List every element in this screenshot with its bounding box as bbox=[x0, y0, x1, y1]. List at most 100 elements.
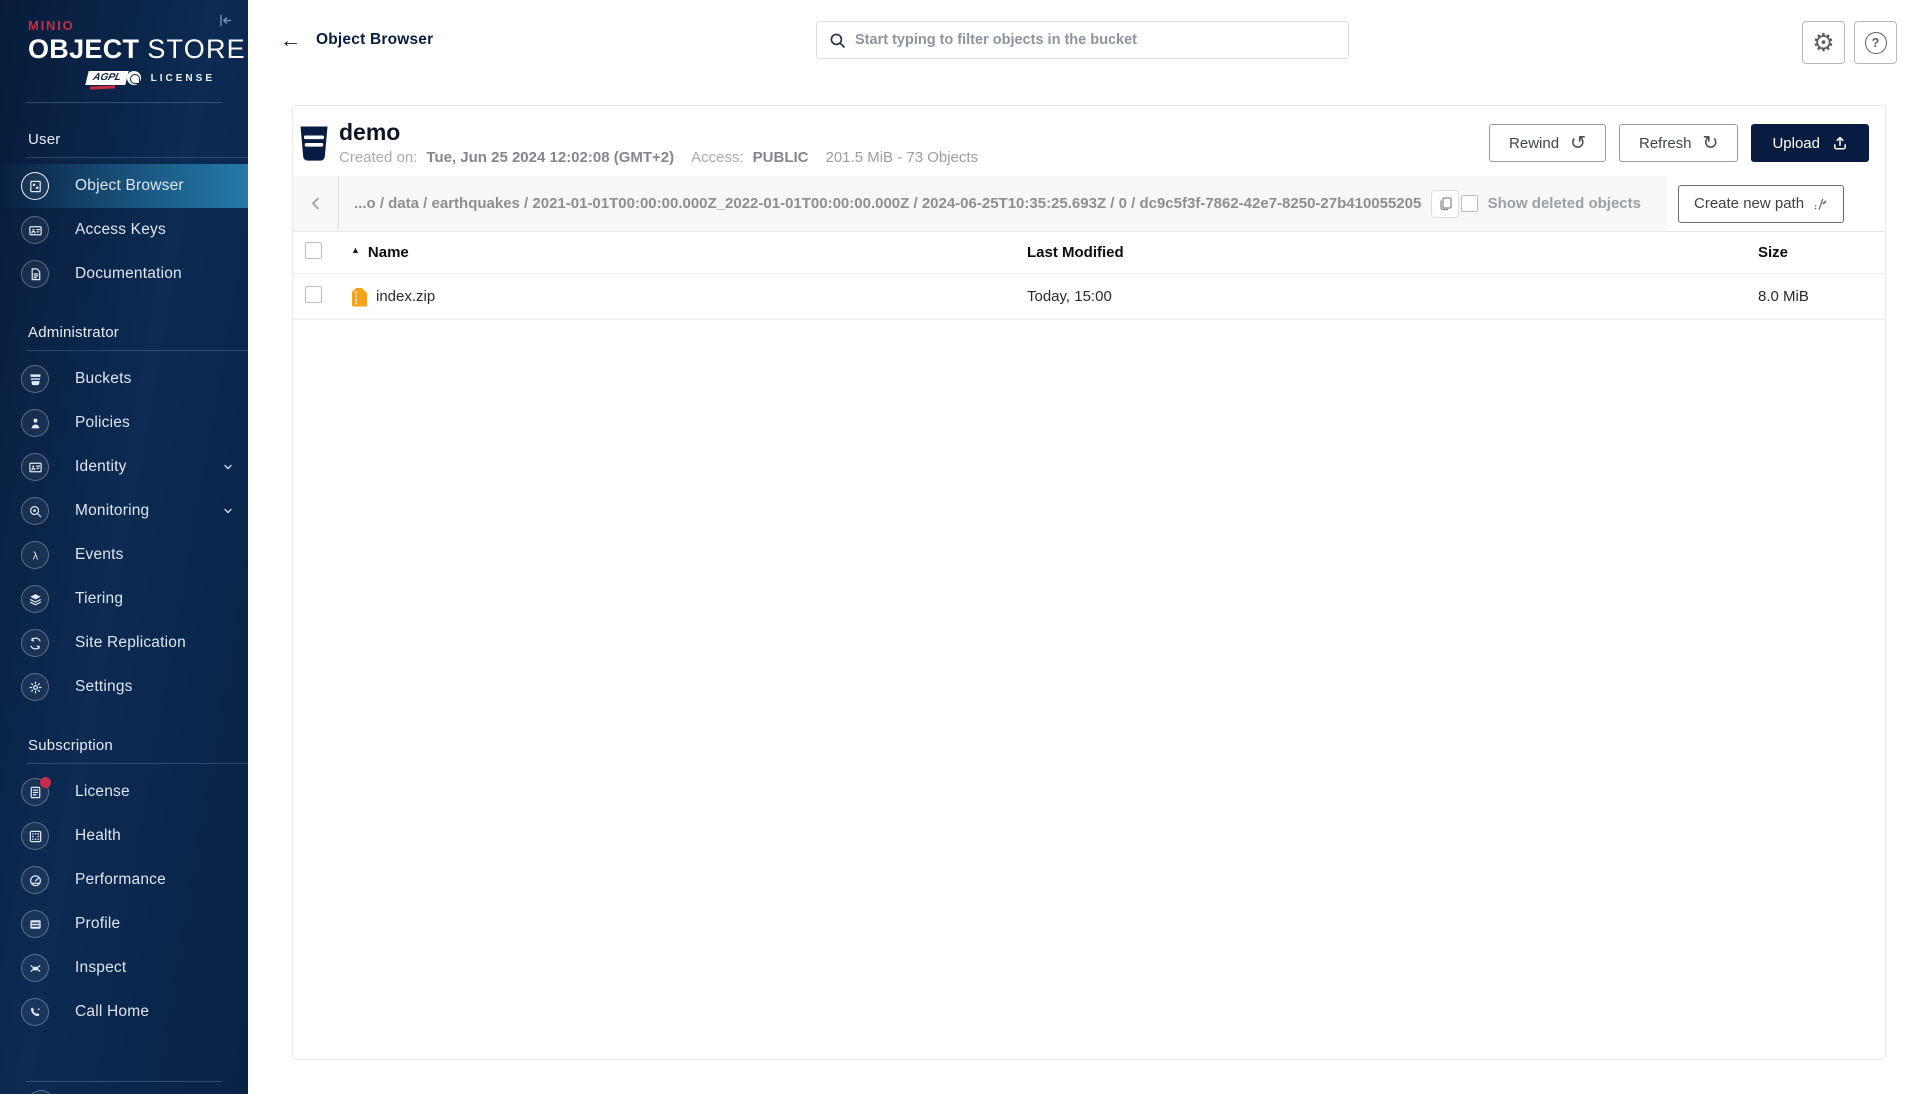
settings-button[interactable]: ⚙ bbox=[1802, 21, 1845, 64]
sidebar-item-buckets[interactable]: Buckets bbox=[0, 357, 248, 401]
product-name: OBJECT STORE bbox=[28, 34, 248, 65]
refresh-label: Refresh bbox=[1639, 134, 1692, 152]
license-badge-row: AGPL LICENSE bbox=[28, 69, 248, 90]
breadcrumb-path[interactable]: ...o / data / earthquakes / 2021-01-01T0… bbox=[354, 195, 1421, 212]
object-last-modified: Today, 15:00 bbox=[1027, 288, 1112, 305]
sidebar-item-label: Call Home bbox=[75, 1003, 150, 1021]
sidebar-item-identity[interactable]: Identity bbox=[0, 445, 248, 489]
sidebar-item-tiering[interactable]: Tiering bbox=[0, 577, 248, 621]
sidebar-item-call-home[interactable]: Call Home bbox=[0, 990, 248, 1034]
license-label: LICENSE bbox=[150, 72, 215, 84]
bucket-icon bbox=[299, 125, 329, 162]
section-divider bbox=[26, 763, 248, 765]
minio-wordmark: MINIO bbox=[28, 18, 75, 33]
bucket-actions: Rewind ↺ Refresh ↻ Upload bbox=[1489, 124, 1869, 162]
column-last-modified-header[interactable]: Last Modified bbox=[1027, 244, 1758, 261]
agpl-badge-label: AGPL bbox=[85, 71, 129, 86]
back-arrow-icon[interactable]: ← bbox=[280, 30, 301, 51]
sidebar-bottom-partial-icon bbox=[27, 1090, 55, 1094]
column-size-header[interactable]: Size bbox=[1758, 244, 1873, 261]
sidebar-collapse-button[interactable] bbox=[216, 11, 235, 33]
performance-icon bbox=[21, 866, 49, 895]
profile-icon bbox=[21, 910, 49, 939]
sidebar: MINIO OBJECT STORE AGPL LICENSE User Obj… bbox=[0, 0, 248, 1094]
sidebar-item-settings[interactable]: Settings bbox=[0, 665, 248, 709]
bucket-card: demo Created on: Tue, Jun 25 2024 12:02:… bbox=[292, 105, 1886, 1060]
sidebar-item-monitoring[interactable]: Monitoring bbox=[0, 489, 248, 533]
object-name-cell[interactable]: index.zip bbox=[351, 287, 1027, 307]
sidebar-item-label: Buckets bbox=[75, 370, 132, 388]
create-new-path-button[interactable]: Create new path bbox=[1678, 184, 1845, 223]
section-label-subscription: Subscription bbox=[28, 737, 113, 755]
bucket-titles: demo Created on: Tue, Jun 25 2024 12:02:… bbox=[339, 119, 978, 166]
sidebar-item-documentation[interactable]: Documentation bbox=[0, 252, 248, 296]
create-path-icon bbox=[1814, 198, 1827, 210]
chevron-down-icon[interactable] bbox=[222, 505, 234, 517]
sidebar-item-label: Identity bbox=[75, 458, 127, 476]
sidebar-item-label: Access Keys bbox=[75, 221, 166, 239]
object-name: index.zip bbox=[376, 288, 436, 305]
section-divider bbox=[26, 157, 248, 159]
product-name-bold: OBJECT bbox=[28, 34, 140, 64]
settings-icon bbox=[21, 673, 49, 702]
site-replication-icon bbox=[21, 629, 49, 658]
sidebar-item-events[interactable]: λ Events bbox=[0, 533, 248, 577]
copy-path-button[interactable] bbox=[1431, 189, 1460, 218]
sidebar-item-label: Performance bbox=[75, 871, 166, 889]
table-row[interactable]: index.zip Today, 15:00 8.0 MiB bbox=[293, 274, 1885, 320]
chevron-down-icon[interactable] bbox=[222, 461, 234, 473]
identity-icon bbox=[21, 453, 49, 482]
sidebar-item-site-replication[interactable]: Site Replication bbox=[0, 621, 248, 665]
monitoring-icon bbox=[21, 497, 49, 526]
upload-label: Upload bbox=[1772, 134, 1820, 152]
sidebar-item-label: Site Replication bbox=[75, 634, 186, 652]
product-name-light: STORE bbox=[147, 34, 246, 64]
zip-file-icon bbox=[351, 287, 367, 306]
bucket-header: demo Created on: Tue, Jun 25 2024 12:02:… bbox=[293, 106, 1885, 176]
sidebar-item-label: Profile bbox=[75, 915, 121, 933]
sidebar-bottom-divider bbox=[26, 1081, 222, 1082]
sort-asc-icon[interactable]: ▲ bbox=[351, 245, 360, 255]
sidebar-item-label: License bbox=[75, 783, 130, 801]
agpl-red-mark bbox=[89, 85, 115, 90]
access-label: Access: bbox=[691, 148, 744, 166]
call-home-icon bbox=[21, 998, 49, 1027]
bucket-meta: Created on: Tue, Jun 25 2024 12:02:08 (G… bbox=[339, 149, 978, 166]
rewind-button[interactable]: Rewind ↺ bbox=[1489, 124, 1606, 162]
copy-icon bbox=[1440, 197, 1452, 211]
refresh-button[interactable]: Refresh ↻ bbox=[1619, 124, 1739, 162]
section-label-administrator: Administrator bbox=[28, 324, 119, 342]
access-keys-icon bbox=[21, 216, 49, 245]
create-path-area: Create new path bbox=[1667, 176, 1885, 231]
row-select-cell bbox=[305, 286, 351, 307]
column-name-header[interactable]: ▲ Name bbox=[351, 244, 1027, 261]
sidebar-item-profile[interactable]: Profile bbox=[0, 902, 248, 946]
sidebar-item-performance[interactable]: Performance bbox=[0, 858, 248, 902]
search-icon bbox=[830, 33, 845, 48]
search-input[interactable] bbox=[855, 32, 1336, 48]
show-deleted-checkbox[interactable] bbox=[1460, 195, 1478, 212]
sidebar-item-label: Policies bbox=[75, 414, 131, 432]
sidebar-item-license[interactable]: License bbox=[0, 770, 248, 814]
sidebar-item-health[interactable]: Health bbox=[0, 814, 248, 858]
breadcrumb-back-button[interactable] bbox=[293, 176, 339, 231]
bucket-name: demo bbox=[339, 119, 401, 146]
content-area: demo Created on: Tue, Jun 25 2024 12:02:… bbox=[248, 80, 1914, 1094]
show-deleted-label: Show deleted objects bbox=[1487, 195, 1641, 212]
sidebar-item-access-keys[interactable]: Access Keys bbox=[0, 208, 248, 252]
gear-icon: ⚙ bbox=[1812, 28, 1835, 57]
collapse-sidebar-icon bbox=[220, 14, 232, 27]
sidebar-item-label: Object Browser bbox=[75, 177, 184, 195]
minio-logo: MINIO OBJECT STORE AGPL LICENSE bbox=[0, 0, 248, 90]
sidebar-item-object-browser[interactable]: Object Browser bbox=[0, 164, 248, 209]
help-button[interactable]: ? bbox=[1854, 21, 1897, 64]
sidebar-item-policies[interactable]: Policies bbox=[0, 401, 248, 445]
nav-administrator: Buckets Policies Identity Monitoring λ E… bbox=[0, 357, 248, 709]
table-header: ▲ Name Last Modified Size bbox=[293, 232, 1885, 274]
sidebar-item-inspect[interactable]: Inspect bbox=[0, 946, 248, 990]
sidebar-item-label: Tiering bbox=[75, 590, 124, 608]
created-label: Created on: bbox=[339, 148, 418, 166]
select-all-checkbox[interactable] bbox=[305, 242, 322, 259]
row-checkbox[interactable] bbox=[305, 286, 322, 303]
upload-button[interactable]: Upload bbox=[1751, 124, 1869, 162]
